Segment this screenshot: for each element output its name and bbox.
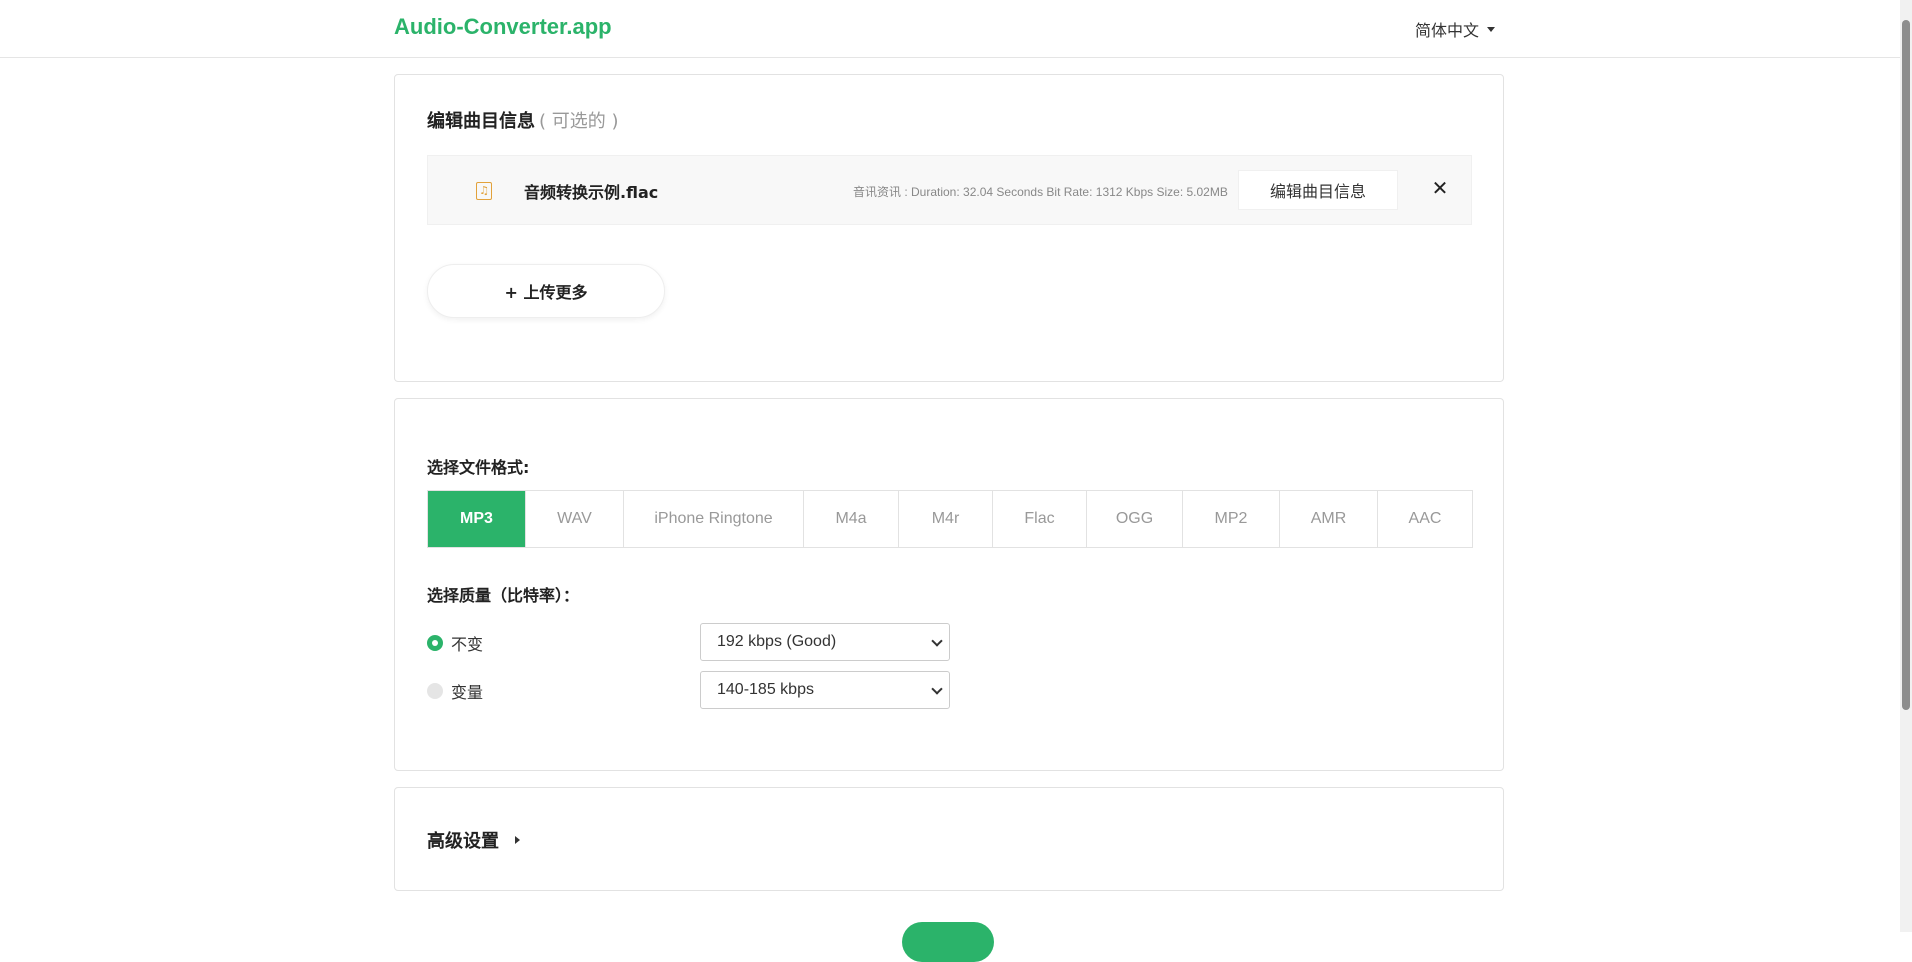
advanced-settings-card: 高级设置 bbox=[394, 787, 1504, 891]
brand-logo-link[interactable]: Audio-Converter.app bbox=[394, 14, 612, 40]
file-row: ♫ 音频转换示例.flac 音讯资讯 : Duration: 32.04 Sec… bbox=[427, 155, 1472, 225]
edit-track-title-text: 编辑曲目信息 bbox=[427, 111, 535, 132]
convert-button[interactable] bbox=[902, 922, 994, 962]
music-file-icon: ♫ bbox=[476, 182, 492, 200]
format-tab-m4a[interactable]: M4a bbox=[804, 491, 899, 547]
edit-track-info-button[interactable]: 编辑曲目信息 bbox=[1238, 170, 1398, 210]
constant-bitrate-value: 192 kbps (Good) bbox=[717, 633, 837, 650]
format-tabs: MP3 WAV iPhone Ringtone M4a M4r Flac OGG… bbox=[427, 490, 1473, 548]
variable-bitrate-value: 140-185 kbps bbox=[717, 681, 814, 698]
format-label: 选择文件格式: bbox=[427, 458, 530, 477]
language-label: 简体中文 bbox=[1415, 21, 1480, 40]
quality-option-constant[interactable]: 不变 bbox=[427, 631, 483, 655]
chevron-down-icon bbox=[931, 683, 943, 695]
language-dropdown[interactable]: 简体中文 bbox=[1415, 17, 1496, 41]
format-card: 选择文件格式: MP3 WAV iPhone Ringtone M4a M4r … bbox=[394, 398, 1504, 771]
radio-checked-icon[interactable] bbox=[427, 635, 443, 651]
format-tab-mp2[interactable]: MP2 bbox=[1183, 491, 1280, 547]
constant-label: 不变 bbox=[451, 635, 484, 654]
upload-more-button[interactable]: + 上传更多 bbox=[427, 264, 665, 318]
format-tab-iphone-ringtone[interactable]: iPhone Ringtone bbox=[624, 491, 804, 547]
format-tab-amr[interactable]: AMR bbox=[1280, 491, 1378, 547]
format-tab-aac[interactable]: AAC bbox=[1378, 491, 1472, 547]
format-tab-mp3[interactable]: MP3 bbox=[428, 491, 526, 547]
variable-label: 变量 bbox=[451, 683, 484, 702]
quality-label: 选择质量（比特率）： bbox=[427, 586, 580, 605]
chevron-down-icon bbox=[931, 635, 943, 647]
constant-bitrate-select[interactable]: 192 kbps (Good) bbox=[700, 623, 950, 661]
format-tab-ogg[interactable]: OGG bbox=[1087, 491, 1183, 547]
optional-label: ( 可选的 ) bbox=[539, 111, 619, 132]
edit-track-title: 编辑曲目信息( 可选的 ) bbox=[427, 107, 619, 133]
variable-bitrate-select[interactable]: 140-185 kbps bbox=[700, 671, 950, 709]
file-name: 音频转换示例.flac bbox=[524, 183, 659, 202]
quality-option-variable[interactable]: 变量 bbox=[427, 679, 483, 703]
top-navbar: Audio-Converter.app 简体中文 bbox=[0, 0, 1900, 58]
caret-right-icon bbox=[515, 836, 520, 844]
edit-track-card: 编辑曲目信息( 可选的 ) ♫ 音频转换示例.flac 音讯资讯 : Durat… bbox=[394, 74, 1504, 382]
advanced-settings-toggle[interactable]: 高级设置 bbox=[427, 827, 520, 853]
format-tab-wav[interactable]: WAV bbox=[526, 491, 624, 547]
scrollbar-thumb[interactable] bbox=[1902, 20, 1910, 710]
caret-down-icon bbox=[1487, 26, 1496, 32]
format-tab-m4r[interactable]: M4r bbox=[899, 491, 993, 547]
radio-unchecked-icon[interactable] bbox=[427, 683, 443, 699]
format-tab-flac[interactable]: Flac bbox=[993, 491, 1087, 547]
file-info: 音讯资讯 : Duration: 32.04 Seconds Bit Rate:… bbox=[853, 185, 1228, 199]
advanced-settings-title: 高级设置 bbox=[427, 831, 499, 852]
remove-file-icon[interactable]: ✕ bbox=[1428, 176, 1452, 202]
